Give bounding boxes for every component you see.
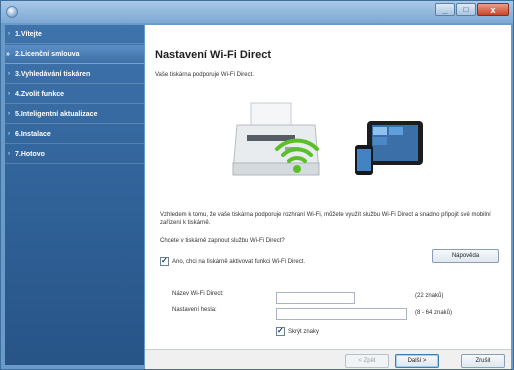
- description-text: Vzhledem k tomu, že vaše tiskárna podpor…: [160, 212, 491, 226]
- steps-sidebar: › 1.Vítejte » 2.Licenční smlouva › 3.Vyh…: [5, 25, 144, 365]
- hide-characters-row[interactable]: ✓ Skrýt znaky: [276, 326, 320, 336]
- step-arrow-icon: ›: [8, 111, 10, 117]
- check-icon: ✓: [161, 256, 168, 265]
- tablet-icon: [367, 121, 423, 165]
- step-arrow-icon: ›: [8, 31, 10, 37]
- title-bar: _ □ x: [1, 1, 513, 23]
- smartphone-icon: [355, 145, 373, 175]
- sidebar-step-done: › 7.Hotovo: [5, 145, 144, 164]
- step-label: 6.Instalace: [15, 131, 51, 138]
- close-icon: x: [490, 5, 496, 15]
- wifi-name-label: Název Wi-Fi Direct:: [172, 291, 224, 297]
- step-label: 7.Hotovo: [15, 151, 45, 158]
- minimize-button[interactable]: _: [435, 3, 455, 16]
- help-button[interactable]: Nápověda: [432, 249, 499, 263]
- button-bar: < Zpět Další > Zrušit: [145, 349, 511, 369]
- step-arrow-icon: ›: [8, 91, 10, 97]
- step-arrow-icon: ›: [8, 71, 10, 77]
- password-field[interactable]: [276, 308, 407, 320]
- step-label: 5.Inteligentní aktualizace: [15, 111, 98, 118]
- page-subtitle: Vaše tiskárna podporuje Wi-Fi Direct.: [155, 72, 254, 78]
- sidebar-step-select-features: › 4.Zvolit funkce: [5, 85, 144, 104]
- minimize-icon: _: [442, 5, 448, 15]
- sidebar-step-smart-update: › 5.Inteligentní aktualizace: [5, 105, 144, 124]
- step-arrow-icon: ›: [8, 151, 10, 157]
- hide-characters-label: Skrýt znaky: [288, 328, 320, 335]
- step-active-arrow-icon: »: [6, 51, 10, 58]
- maximize-button[interactable]: □: [456, 3, 476, 16]
- close-button[interactable]: x: [477, 3, 509, 16]
- check-icon: ✓: [277, 326, 284, 335]
- wifi-name-field[interactable]: [276, 292, 355, 304]
- main-panel: Nastavení Wi-Fi Direct Vaše tiskárna pod…: [145, 25, 511, 349]
- step-arrow-icon: ›: [8, 131, 10, 137]
- printer-icon: [232, 102, 320, 176]
- app-globe-icon: [6, 6, 18, 18]
- step-label: 4.Zvolit funkce: [15, 91, 65, 98]
- enable-wifi-direct-label: Ano, chci na tiskárně aktivovat funkci W…: [172, 258, 306, 265]
- sidebar-step-search-printers: › 3.Vyhledávání tiskáren: [5, 65, 144, 84]
- maximize-icon: □: [463, 5, 469, 14]
- step-label: 1.Vítejte: [15, 31, 42, 38]
- back-button[interactable]: < Zpět: [345, 354, 389, 368]
- page-title: Nastavení Wi-Fi Direct: [155, 49, 272, 61]
- wifi-name-hint: (22 znaků): [415, 293, 444, 299]
- printer-devices-illustration: [232, 102, 423, 176]
- installer-window: _ □ x › 1.Vítejte » 2.Licenční smlouva ›…: [0, 0, 514, 370]
- enable-question-text: Chcete v tiskárně zapnout službu Wi-Fi D…: [160, 238, 285, 244]
- enable-wifi-direct-row[interactable]: ✓ Ano, chci na tiskárně aktivovat funkci…: [160, 256, 306, 266]
- password-label: Nastavení hesla:: [172, 307, 217, 313]
- password-hint: (8 - 64 znaků): [415, 310, 453, 316]
- sidebar-step-welcome: › 1.Vítejte: [5, 25, 144, 44]
- sidebar-step-installation: › 6.Instalace: [5, 125, 144, 144]
- window-controls: _ □ x: [435, 3, 509, 16]
- cancel-button[interactable]: Zrušit: [461, 354, 505, 368]
- step-label: 3.Vyhledávání tiskáren: [15, 71, 91, 78]
- enable-wifi-direct-checkbox[interactable]: ✓: [160, 256, 169, 266]
- sidebar-step-license: » 2.Licenční smlouva: [5, 45, 144, 64]
- step-label: 2.Licenční smlouva: [15, 51, 80, 58]
- hide-characters-checkbox[interactable]: ✓: [276, 326, 285, 336]
- next-button[interactable]: Další >: [395, 354, 439, 368]
